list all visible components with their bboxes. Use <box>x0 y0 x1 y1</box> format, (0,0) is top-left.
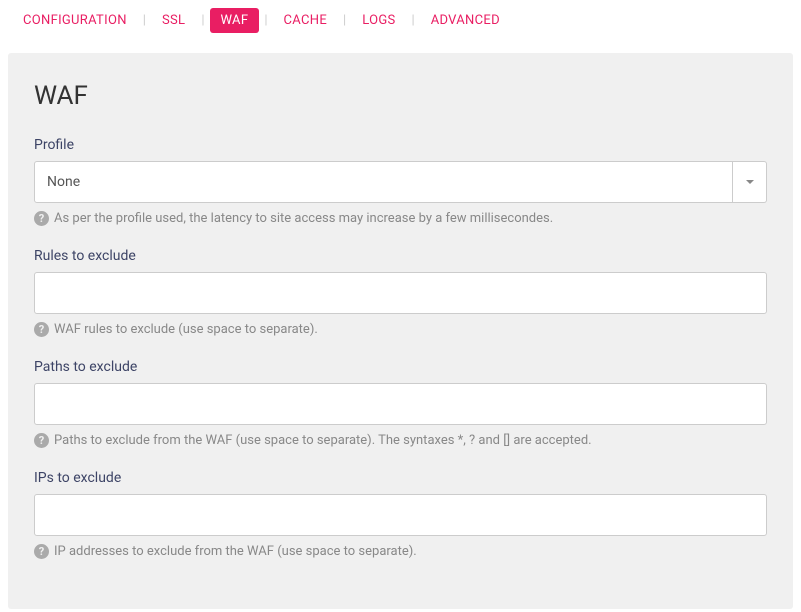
rules-exclude-help-text: WAF rules to exclude (use space to separ… <box>54 322 318 337</box>
question-circle-icon: ? <box>34 433 49 448</box>
paths-exclude-help-text: Paths to exclude from the WAF (use space… <box>54 433 592 448</box>
content-panel: WAF Profile None ? As per the profile us… <box>8 53 793 609</box>
profile-help-text: As per the profile used, the latency to … <box>54 211 553 226</box>
tab-logs[interactable]: LOGS <box>351 8 406 33</box>
caret-down-icon <box>746 180 754 184</box>
tab-configuration[interactable]: CONFIGURATION <box>12 8 138 33</box>
profile-group: Profile None ? As per the profile used, … <box>34 137 767 226</box>
tab-separator: | <box>196 13 209 28</box>
profile-select[interactable]: None <box>34 161 733 203</box>
rules-exclude-group: Rules to exclude ? WAF rules to exclude … <box>34 248 767 337</box>
rules-exclude-input[interactable] <box>34 272 767 314</box>
paths-exclude-help: ? Paths to exclude from the WAF (use spa… <box>34 433 767 448</box>
question-circle-icon: ? <box>34 544 49 559</box>
tab-waf[interactable]: WAF <box>210 8 260 33</box>
profile-label: Profile <box>34 137 767 153</box>
rules-exclude-label: Rules to exclude <box>34 248 767 264</box>
paths-exclude-label: Paths to exclude <box>34 359 767 375</box>
page-title: WAF <box>34 81 767 111</box>
rules-exclude-help: ? WAF rules to exclude (use space to sep… <box>34 322 767 337</box>
tab-separator: | <box>259 13 272 28</box>
ips-exclude-group: IPs to exclude ? IP addresses to exclude… <box>34 470 767 559</box>
tab-separator: | <box>338 13 351 28</box>
tab-nav: CONFIGURATION | SSL | WAF | CACHE | LOGS… <box>0 0 801 41</box>
profile-dropdown-button[interactable] <box>733 161 767 203</box>
paths-exclude-group: Paths to exclude ? Paths to exclude from… <box>34 359 767 448</box>
tab-separator: | <box>407 13 420 28</box>
tab-ssl[interactable]: SSL <box>151 8 196 33</box>
ips-exclude-help: ? IP addresses to exclude from the WAF (… <box>34 544 767 559</box>
profile-select-wrapper: None <box>34 161 767 203</box>
question-circle-icon: ? <box>34 211 49 226</box>
ips-exclude-input[interactable] <box>34 494 767 536</box>
tab-advanced[interactable]: ADVANCED <box>420 8 511 33</box>
question-circle-icon: ? <box>34 322 49 337</box>
ips-exclude-help-text: IP addresses to exclude from the WAF (us… <box>54 544 417 559</box>
profile-help: ? As per the profile used, the latency t… <box>34 211 767 226</box>
tab-cache[interactable]: CACHE <box>273 8 339 33</box>
tab-separator: | <box>138 13 151 28</box>
ips-exclude-label: IPs to exclude <box>34 470 767 486</box>
paths-exclude-input[interactable] <box>34 383 767 425</box>
